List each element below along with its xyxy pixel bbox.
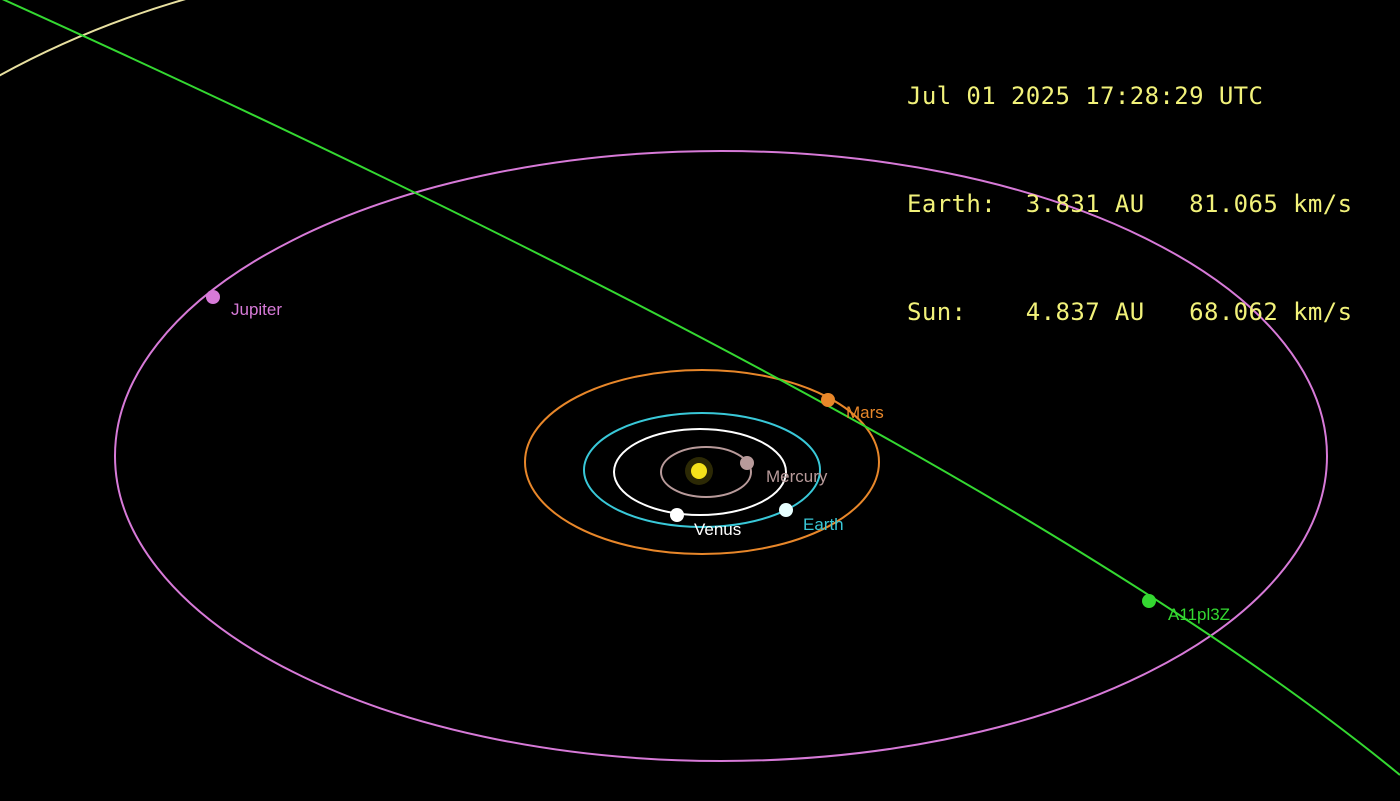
jupiter-label: Jupiter: [231, 300, 282, 319]
earth-distance-text: Earth: 3.831 AU 81.065 km/s: [907, 190, 1353, 218]
earth-label: Earth: [803, 515, 844, 534]
jupiter-dot: [206, 290, 220, 304]
mercury-label: Mercury: [766, 467, 828, 486]
earth-dot: [779, 503, 793, 517]
mars-dot: [821, 393, 835, 407]
mars-label: Mars: [846, 403, 884, 422]
timestamp-text: Jul 01 2025 17:28:29 UTC: [907, 82, 1264, 110]
status-readout: Jul 01 2025 17:28:29 UTC Earth: 3.831 AU…: [907, 6, 1352, 402]
sun: [691, 463, 707, 479]
comet-dot: [1142, 594, 1156, 608]
sun-distance-text: Sun: 4.837 AU 68.062 km/s: [907, 298, 1353, 326]
venus-label: Venus: [694, 520, 741, 539]
mercury-dot: [740, 456, 754, 470]
comet-label: A11pl3Z: [1168, 605, 1230, 624]
venus-dot: [670, 508, 684, 522]
solar-system-view: Mercury Venus Earth Mars Jupiter A11pl3Z…: [0, 0, 1400, 801]
